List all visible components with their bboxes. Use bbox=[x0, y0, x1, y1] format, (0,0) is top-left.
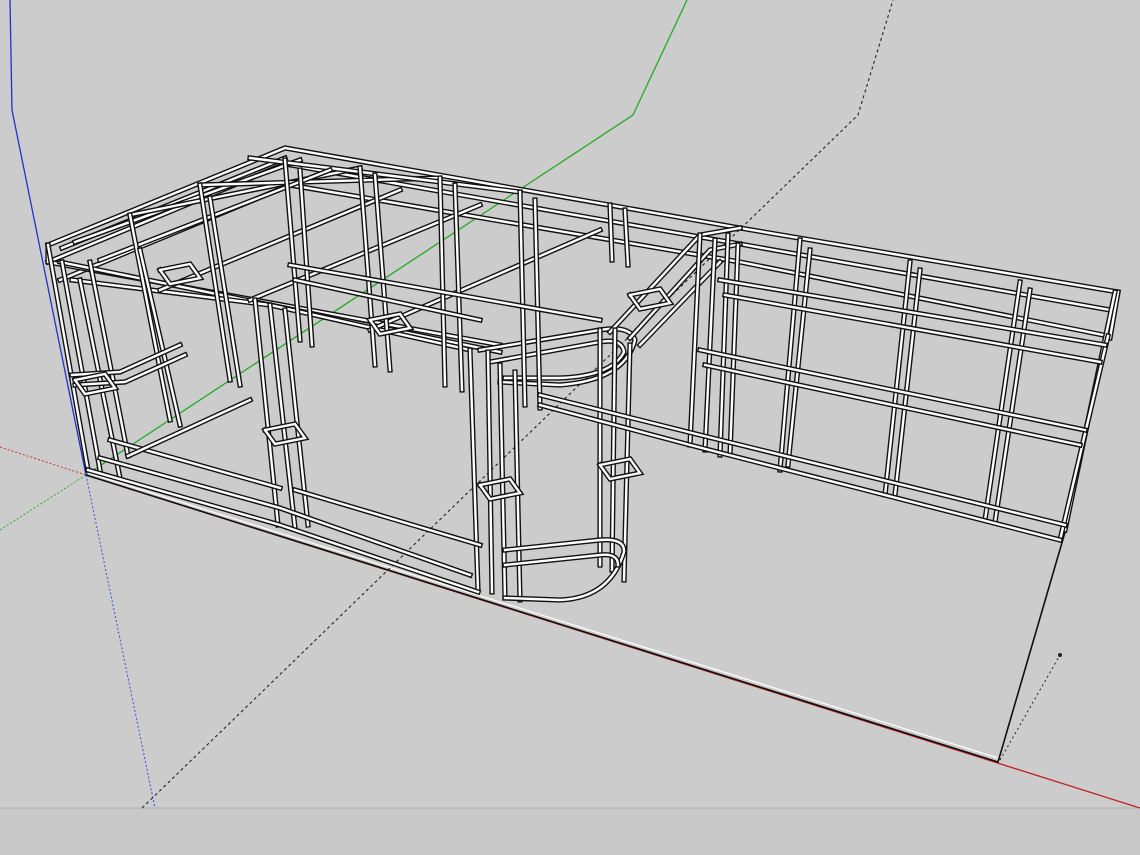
vertical-post bbox=[1058, 334, 1110, 542]
vertical-post bbox=[128, 213, 172, 422]
red-axis-dotted bbox=[0, 446, 87, 476]
bottom-left-rail bbox=[126, 398, 252, 458]
floor-edge-highlight bbox=[87, 472, 999, 759]
guide-point bbox=[1058, 653, 1062, 657]
sketchup-viewport[interactable] bbox=[0, 0, 1140, 855]
vertical-post bbox=[138, 248, 182, 427]
guide-line-2 bbox=[999, 654, 1061, 761]
bottom-front-rail-2 bbox=[96, 454, 474, 579]
bottom-front-rail bbox=[84, 466, 482, 596]
bottom-front-rail-3 bbox=[108, 438, 282, 490]
vertical-post bbox=[728, 243, 740, 457]
counter-base-curve bbox=[503, 538, 626, 602]
ground-lower-band bbox=[0, 808, 1140, 855]
vertical-post bbox=[468, 348, 480, 592]
blue-axis-dotted bbox=[85, 474, 156, 809]
vertical-post bbox=[718, 233, 730, 457]
green-axis-dotted bbox=[0, 474, 87, 531]
3d-model-canvas[interactable] bbox=[0, 0, 1140, 855]
vertical-post bbox=[298, 168, 314, 347]
booth-frame[interactable] bbox=[44, 145, 1122, 603]
